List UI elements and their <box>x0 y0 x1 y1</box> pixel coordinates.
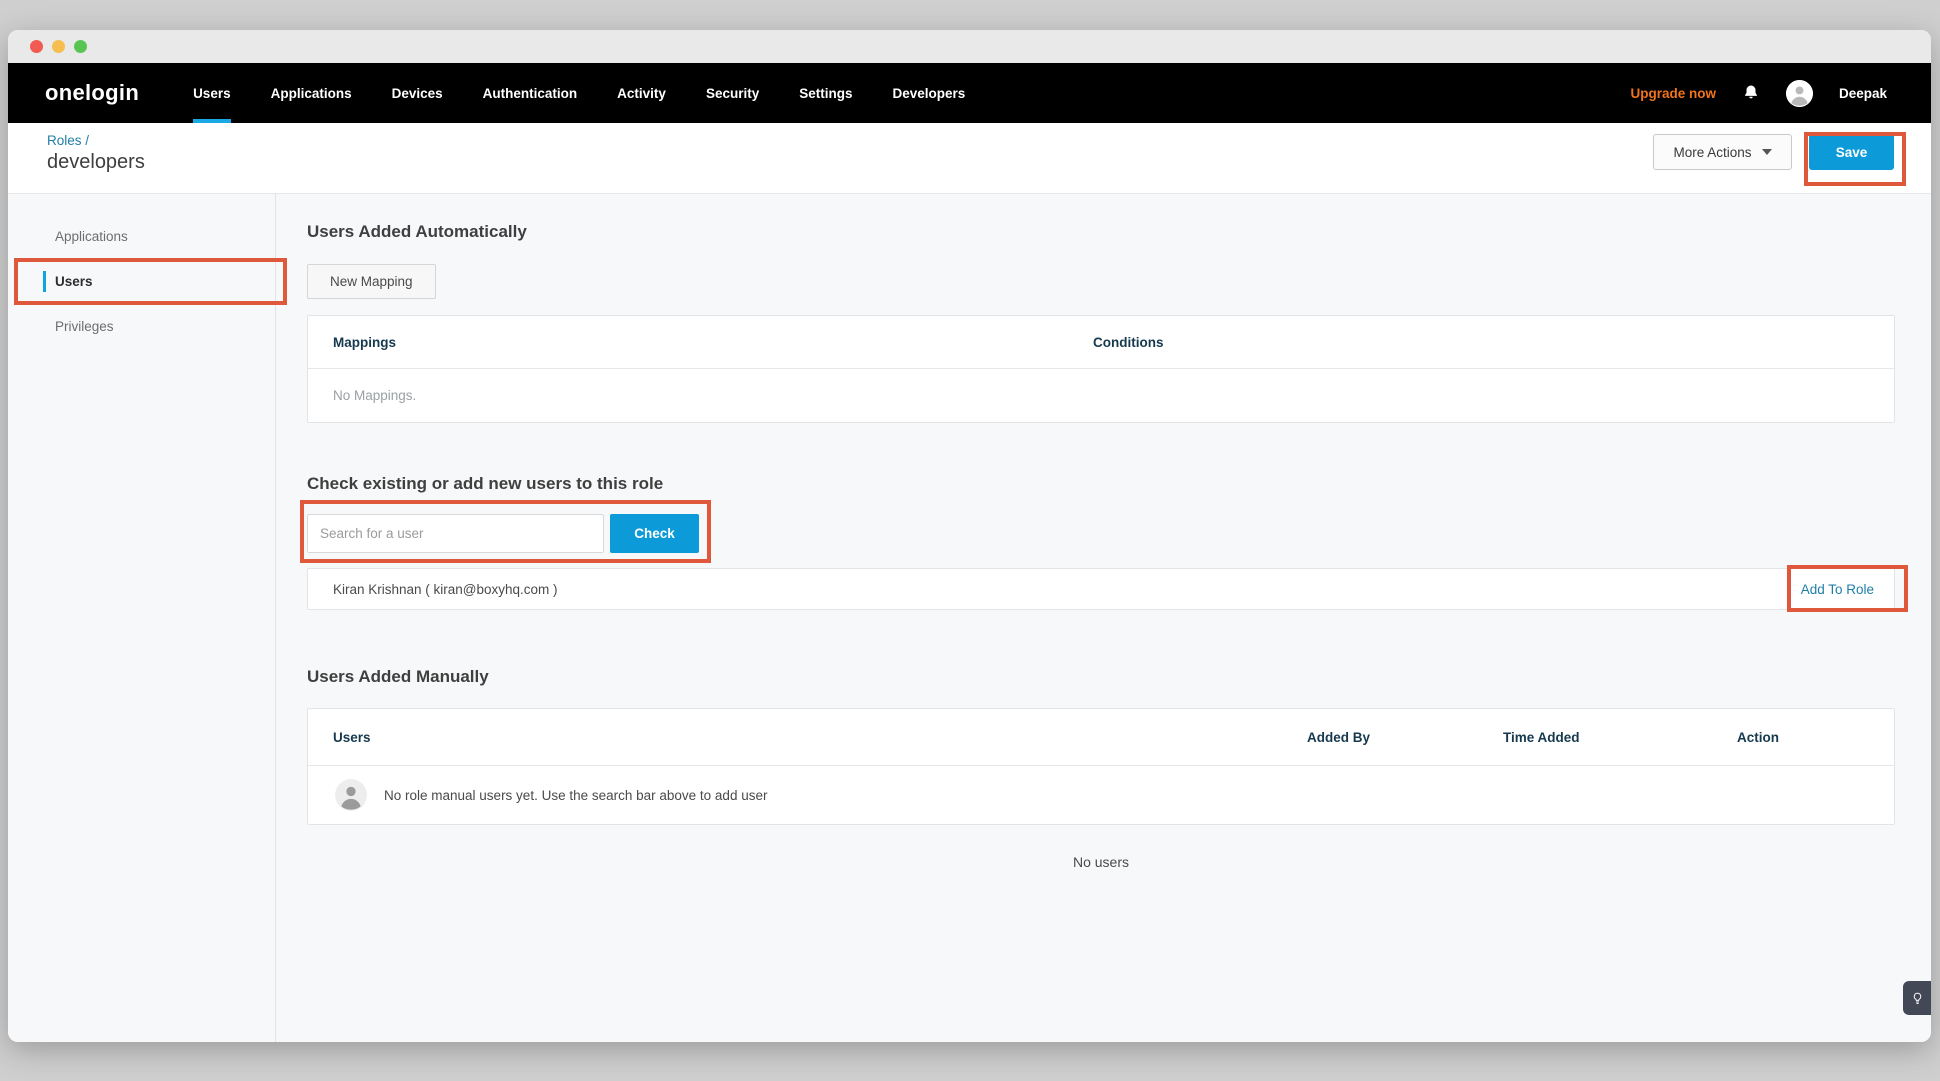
user-name[interactable]: Deepak <box>1839 86 1887 101</box>
breadcrumb-roles-link[interactable]: Roles / <box>47 133 89 148</box>
no-mappings-row: No Mappings. <box>308 369 1894 422</box>
column-header-time-added: Time Added <box>1503 730 1737 745</box>
active-indicator-bar <box>43 271 46 292</box>
nav-tab-users[interactable]: Users <box>193 63 231 123</box>
page-body: Applications Users Privileges Users Adde… <box>8 194 1931 1042</box>
onelogin-logo[interactable]: onelogin <box>45 63 139 123</box>
caret-down-icon <box>1762 149 1772 155</box>
mappings-table-header: Mappings Conditions <box>308 316 1894 369</box>
header-actions: More Actions Save <box>1653 134 1894 170</box>
column-header-conditions: Conditions <box>1093 335 1894 350</box>
search-result-row: Kiran Krishnan ( kiran@boxyhq.com ) Add … <box>307 568 1895 610</box>
user-avatar-icon[interactable] <box>1786 80 1813 107</box>
search-result-user: Kiran Krishnan ( kiran@boxyhq.com ) <box>333 582 558 597</box>
window-titlebar <box>8 30 1931 63</box>
no-manual-users-text: No role manual users yet. Use the search… <box>384 788 767 803</box>
manual-users-table-header: Users Added By Time Added Action <box>308 709 1894 766</box>
add-to-role-link[interactable]: Add To Role <box>1801 582 1874 597</box>
nav-right-group: Upgrade now Deepak <box>1630 63 1931 123</box>
column-header-action: Action <box>1737 730 1894 745</box>
top-navigation: onelogin Users Applications Devices Auth… <box>8 63 1931 123</box>
user-search-row: Check <box>307 514 1895 553</box>
nav-tab-settings[interactable]: Settings <box>799 63 852 123</box>
page-header: Roles / developers More Actions Save <box>8 123 1931 194</box>
nav-tab-authentication[interactable]: Authentication <box>483 63 578 123</box>
more-actions-button[interactable]: More Actions <box>1653 134 1792 170</box>
maximize-window-button[interactable] <box>74 40 87 53</box>
column-header-added-by: Added By <box>1307 730 1503 745</box>
app-window: onelogin Users Applications Devices Auth… <box>8 30 1931 1042</box>
sidebar-item-users[interactable]: Users <box>8 259 275 304</box>
nav-tab-activity[interactable]: Activity <box>617 63 666 123</box>
nav-tab-applications[interactable]: Applications <box>271 63 352 123</box>
check-section-title: Check existing or add new users to this … <box>307 473 1895 495</box>
close-window-button[interactable] <box>30 40 43 53</box>
minimize-window-button[interactable] <box>52 40 65 53</box>
person-icon <box>335 779 367 811</box>
nav-tab-developers[interactable]: Developers <box>892 63 965 123</box>
save-button[interactable]: Save <box>1809 134 1894 170</box>
role-sidebar: Applications Users Privileges <box>8 194 276 1042</box>
no-manual-users-row: No role manual users yet. Use the search… <box>308 766 1894 824</box>
main-content: Users Added Automatically New Mapping Ma… <box>276 194 1931 1042</box>
sidebar-item-users-label: Users <box>55 274 93 289</box>
nav-tabs: Users Applications Devices Authenticatio… <box>193 63 965 123</box>
auto-section-title: Users Added Automatically <box>307 221 1895 243</box>
manual-section-title: Users Added Manually <box>307 666 1895 688</box>
new-mapping-button[interactable]: New Mapping <box>307 264 436 299</box>
more-actions-label: More Actions <box>1673 145 1751 160</box>
column-header-mappings: Mappings <box>308 335 1093 350</box>
lightbulb-icon[interactable] <box>1903 981 1931 1015</box>
desktop-background: onelogin Users Applications Devices Auth… <box>0 0 1940 1081</box>
nav-tab-security[interactable]: Security <box>706 63 759 123</box>
search-user-input[interactable] <box>307 514 604 553</box>
mappings-table: Mappings Conditions No Mappings. <box>307 315 1895 423</box>
sidebar-item-applications[interactable]: Applications <box>8 214 275 259</box>
column-header-users: Users <box>308 730 1307 745</box>
check-button[interactable]: Check <box>610 514 699 553</box>
sidebar-item-privileges[interactable]: Privileges <box>8 304 275 349</box>
page-title: developers <box>47 151 145 174</box>
manual-users-table: Users Added By Time Added Action No role… <box>307 708 1895 825</box>
no-users-text: No users <box>307 852 1895 872</box>
nav-tab-devices[interactable]: Devices <box>392 63 443 123</box>
upgrade-now-link[interactable]: Upgrade now <box>1630 86 1716 101</box>
bell-icon[interactable] <box>1742 84 1760 102</box>
